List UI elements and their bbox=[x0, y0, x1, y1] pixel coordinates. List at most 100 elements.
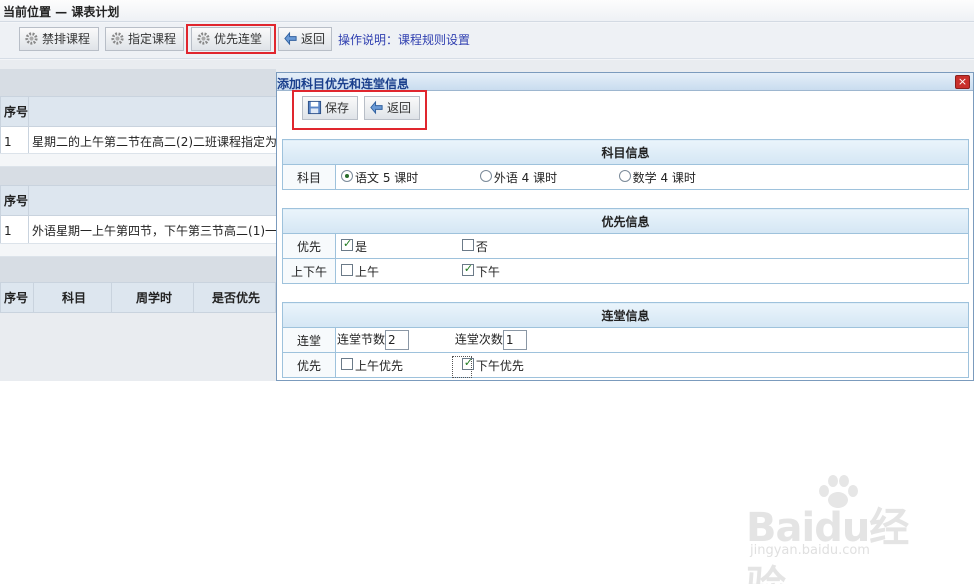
lessons-field: 连堂节数 2 bbox=[337, 330, 451, 350]
app-window: 当前位置 — 课表计划 禁排课程 指定课程 优先连堂 返回 操作说明：课程规则设… bbox=[0, 0, 974, 381]
times-label: 连堂次数 bbox=[454, 332, 503, 347]
subject-option-text: 语文 5 课时 bbox=[355, 170, 419, 185]
breadcrumb-bar: 当前位置 — 课表计划 bbox=[0, 0, 974, 22]
subject-options: 语文 5 课时 外语 4 课时 数学 4 课时 bbox=[335, 164, 969, 190]
option-text: 上午优先 bbox=[355, 358, 404, 373]
continuous-section: 连堂信息 连堂 连堂节数 2 连堂次数 1 优先 上午优先 ✓ 下午优先 bbox=[282, 302, 969, 378]
table-header-cell: 序号 bbox=[0, 96, 30, 127]
table-header-cell: 序号 bbox=[0, 185, 30, 216]
section-header-row: 优先信息 bbox=[282, 208, 969, 234]
table-row[interactable]: 1 星期二的上午第二节在高二(2)二班课程指定为 bbox=[0, 126, 279, 157]
add-subject-dialog: 添加科目优先和连堂信息 × 保存 返回 科目信息 科目 语文 5 课时 外语 4… bbox=[276, 72, 974, 381]
section-header-row: 科目信息 bbox=[282, 139, 969, 165]
subject-option-text: 数学 4 课时 bbox=[632, 170, 696, 185]
background-table-1: 序号 1 星期二的上午第二节在高二(2)二班课程指定为 bbox=[0, 96, 279, 157]
continuous-row: 连堂 连堂节数 2 连堂次数 1 bbox=[282, 327, 969, 353]
priority-section: 优先信息 优先 是 否 上下午 bbox=[282, 208, 969, 284]
back-arrow-icon bbox=[370, 100, 383, 115]
priority-yes-option[interactable]: 是 bbox=[341, 237, 453, 255]
breadcrumb: 当前位置 — 课表计划 bbox=[3, 5, 120, 19]
section-header: 连堂信息 bbox=[282, 302, 969, 328]
table-cell: 1 bbox=[0, 215, 30, 246]
section-header: 优先信息 bbox=[282, 208, 969, 234]
morning-priority-option[interactable]: 上午优先 bbox=[341, 357, 453, 374]
toolbar: 禁排课程 指定课程 优先连堂 返回 操作说明：课程规则设置 bbox=[0, 23, 974, 59]
dialog-back-button[interactable]: 返回 bbox=[364, 96, 420, 120]
checkbox[interactable] bbox=[461, 238, 474, 251]
lessons-input[interactable]: 2 bbox=[385, 330, 410, 350]
lessons-label: 连堂节数 bbox=[337, 332, 386, 347]
subject-label: 科目 bbox=[282, 164, 336, 190]
close-icon[interactable]: × bbox=[955, 75, 970, 89]
priority-label: 优先 bbox=[282, 233, 336, 259]
save-disk-icon bbox=[307, 100, 322, 115]
priority-row: 优先 是 否 bbox=[282, 233, 969, 259]
baidu-watermark: Baidu经验 jingyan.baidu.com bbox=[746, 475, 946, 584]
table-header-cell: 序号 bbox=[0, 282, 34, 313]
continuous-priority-options: 上午优先 下午优先 bbox=[335, 352, 969, 378]
background-strip bbox=[0, 153, 276, 167]
table-cell: 外语星期一上午第四节，下午第三节高二(1)一 bbox=[28, 215, 279, 246]
subject-option-chinese[interactable]: 语文 5 课时 bbox=[341, 169, 471, 186]
subject-row: 科目 语文 5 课时 外语 4 课时 数学 4 课时 bbox=[282, 164, 969, 190]
table-header-cell bbox=[28, 185, 279, 216]
table-header-cell: 是否优先 bbox=[193, 282, 276, 313]
table-header-cell: 科目 bbox=[33, 282, 112, 313]
priority-no-option[interactable]: 否 bbox=[461, 238, 488, 255]
table-cell: 星期二的上午第二节在高二(2)二班课程指定为 bbox=[28, 126, 279, 157]
subject-option-text: 外语 4 课时 bbox=[493, 170, 558, 185]
background-table-2: 序号 1 外语星期一上午第四节，下午第三节高二(1)一 bbox=[0, 185, 279, 246]
gear-icon bbox=[25, 32, 38, 45]
focus-outline bbox=[452, 356, 472, 378]
table-header-cell bbox=[28, 96, 279, 127]
watermark-text: Baidu经验 bbox=[746, 505, 909, 584]
checkbox[interactable] bbox=[341, 263, 353, 276]
continuous-priority-row: 优先 上午优先 下午优先 bbox=[282, 352, 969, 378]
option-text: 下午优先 bbox=[475, 358, 524, 373]
checkbox-checked[interactable] bbox=[341, 237, 353, 251]
radio-selected[interactable] bbox=[341, 169, 353, 182]
background-band bbox=[0, 257, 276, 282]
section-header-row: 连堂信息 bbox=[282, 302, 969, 328]
dialog-title-bar: 添加科目优先和连堂信息 × bbox=[277, 73, 973, 91]
background-strip bbox=[0, 243, 276, 257]
table-header-cell: 周学时 bbox=[111, 282, 194, 313]
table-cell: 1 bbox=[0, 126, 30, 157]
radio[interactable] bbox=[618, 169, 631, 182]
ampm-label: 上下午 bbox=[282, 258, 336, 284]
save-label: 保存 bbox=[325, 101, 350, 115]
save-button[interactable]: 保存 bbox=[302, 96, 358, 120]
ampm-row: 上下午 上午 下午 bbox=[282, 258, 969, 284]
assign-course-button[interactable]: 指定课程 bbox=[105, 27, 184, 51]
subject-option-english[interactable]: 外语 4 课时 bbox=[479, 169, 610, 186]
morning-option[interactable]: 上午 bbox=[341, 263, 453, 280]
subject-section: 科目信息 科目 语文 5 课时 外语 4 课时 数学 4 课时 bbox=[282, 139, 969, 190]
checkbox-checked[interactable] bbox=[461, 262, 474, 276]
ampm-options: 上午 下午 bbox=[335, 258, 969, 284]
subject-option-math[interactable]: 数学 4 课时 bbox=[618, 169, 696, 186]
continuous-fields: 连堂节数 2 连堂次数 1 bbox=[335, 327, 969, 353]
afternoon-option[interactable]: 下午 bbox=[461, 262, 500, 280]
background-table-3: 序号 科目 周学时 是否优先 bbox=[0, 282, 276, 313]
checkbox[interactable] bbox=[341, 357, 353, 370]
help-link[interactable]: 操作说明：课程规则设置 bbox=[338, 31, 470, 48]
radio[interactable] bbox=[479, 169, 492, 182]
table-row[interactable]: 1 外语星期一上午第四节，下午第三节高二(1)一 bbox=[0, 215, 279, 246]
times-input[interactable]: 1 bbox=[502, 330, 527, 350]
gear-icon bbox=[111, 32, 124, 45]
times-field: 连堂次数 1 bbox=[455, 330, 527, 350]
continuous-priority-label: 优先 bbox=[282, 352, 336, 378]
background-band bbox=[0, 69, 276, 96]
forbid-course-button[interactable]: 禁排课程 bbox=[19, 27, 99, 51]
table-header: 序号 bbox=[0, 185, 279, 216]
watermark-url: jingyan.baidu.com bbox=[750, 543, 870, 558]
table-header: 序号 bbox=[0, 96, 279, 127]
option-text: 是 bbox=[355, 239, 368, 254]
back-arrow-icon bbox=[284, 31, 297, 46]
section-header: 科目信息 bbox=[282, 139, 969, 165]
option-text: 否 bbox=[475, 239, 488, 254]
back-button[interactable]: 返回 bbox=[278, 27, 332, 51]
continuous-label: 连堂 bbox=[282, 327, 336, 353]
highlight-box bbox=[186, 24, 276, 54]
forbid-course-label: 禁排课程 bbox=[42, 32, 91, 46]
